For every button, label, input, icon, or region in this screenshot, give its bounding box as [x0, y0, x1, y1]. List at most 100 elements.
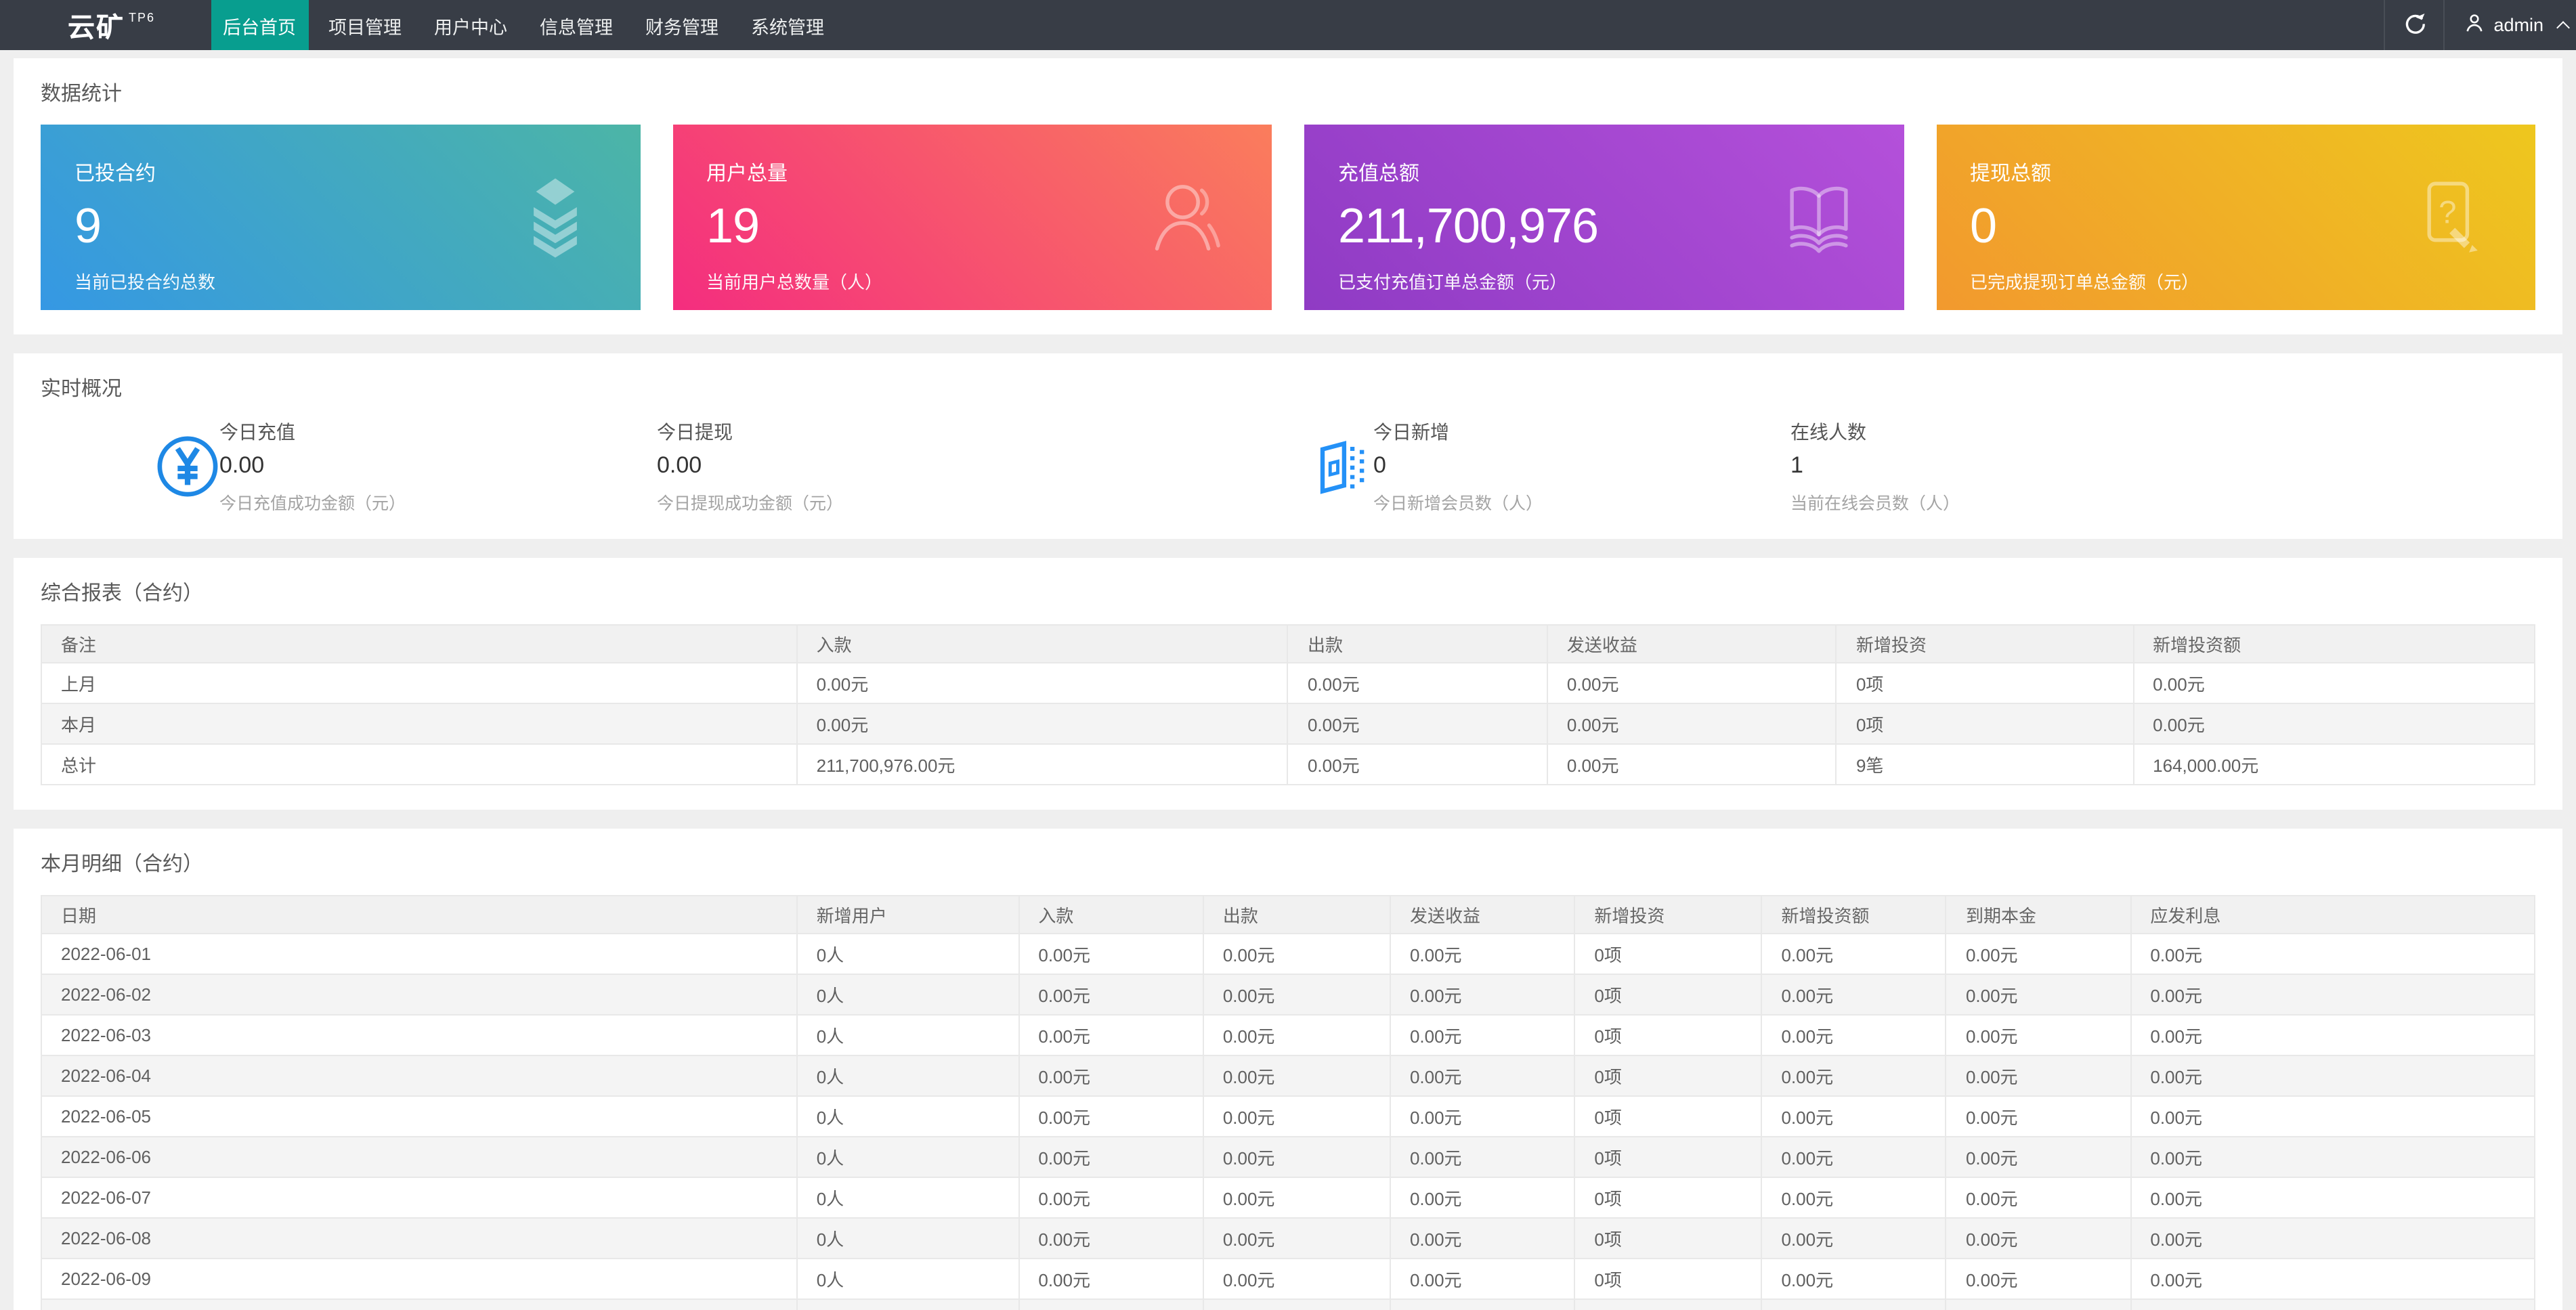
nav-item-finance[interactable]: 财务管理 — [633, 0, 731, 50]
table-row: 2022-06-03 0人 0.00元 0.00元 0.00元 0项 0.00元 0.00元 0… — [41, 1014, 2536, 1056]
table-cell: 上月 — [41, 662, 798, 704]
table-cell: 0.00元 — [1018, 1095, 1204, 1137]
table-cell: 0.00元 — [1018, 1217, 1204, 1259]
table-cell: 2022-06-01 — [41, 933, 798, 975]
table-cell: 0.00元 — [1389, 1136, 1576, 1178]
table-cell: 0.00元 — [1018, 974, 1204, 1016]
table-header-row: 备注 入款 出款 发送收益 新增投资 新增投资额 — [41, 624, 2536, 663]
table-cell: 0.00元 — [1945, 1014, 2132, 1056]
nav-item-home[interactable]: 后台首页 — [211, 0, 309, 50]
table-cell: 2022-06-09 — [41, 1258, 798, 1300]
table-cell: 0.00元 — [1761, 1136, 1947, 1178]
column-header: 新增投资额 — [2132, 624, 2536, 663]
table-cell: 0项 — [1574, 1055, 1763, 1097]
table-cell: 164,000.00元 — [2132, 743, 2536, 785]
table-cell: 0项 — [1574, 1095, 1763, 1137]
table-row: 2022-06-100人0.00元0.00元0.00元0项0.00元0.00元0… — [41, 1298, 2536, 1310]
metric-label: 今日充值 — [219, 421, 295, 443]
table-cell: 0.00元 — [2130, 1095, 2536, 1137]
table-header-row: 日期 新增用户 入款 出款 发送收益 新增投资 新增投资额 到期本金 应发利息 — [41, 895, 2536, 934]
realtime-group: 今日充值 0.00 今日充值成功金额（元） 今日提现 0.00 今日提现成功金额… — [41, 418, 1094, 515]
column-header: 到期本金 — [1945, 895, 2132, 934]
table-cell: 0项 — [1835, 703, 2134, 745]
table-cell: 0.00元 — [1389, 1095, 1576, 1137]
metric-today-new: 今日新增 0 今日新增会员数（人） — [1373, 418, 1790, 515]
doc-edit-icon-holder: ? — [2411, 175, 2489, 259]
stat-card-invested: 已投合约 9 当前已投合约总数 — [41, 125, 640, 310]
table-cell: 0.00元 — [1945, 1217, 2132, 1259]
table-cell: 0.00元 — [1761, 1177, 1947, 1219]
table-cell: 0.00元 — [2130, 1177, 2536, 1219]
table-cell: 0项 — [1574, 1217, 1763, 1259]
metric-desc: 今日充值成功金额（元） — [219, 494, 406, 513]
building-icon-holder — [1312, 435, 1373, 498]
table-cell: 2022-06-10 — [41, 1298, 798, 1310]
table-cell: 0人 — [796, 1217, 1020, 1259]
chevron-up-icon — [2556, 20, 2570, 34]
table-cell: 0.00元 — [1018, 933, 1204, 975]
table-cell: 0.00元 — [2130, 1136, 2536, 1178]
table-cell: 0.00元 — [1202, 1177, 1391, 1219]
metric-desc: 今日提现成功金额（元） — [657, 494, 844, 513]
table-cell: 9笔 — [1835, 743, 2134, 785]
table-row: 2022-06-06 0人 0.00元 0.00元 0.00元 0项 0.00元 0.00元 0… — [41, 1136, 2536, 1178]
table-cell: 0.00元 — [1945, 1055, 2132, 1097]
table-cell: 0.00元 — [1761, 1258, 1947, 1300]
table-cell: 0.00元 — [1761, 1217, 1947, 1259]
table-cell: 0.00元 — [1389, 974, 1576, 1016]
table-cell: 0.00元 — [1018, 1258, 1204, 1300]
metric-desc: 今日新增会员数（人） — [1373, 494, 1543, 513]
table-cell: 0.00元 — [1018, 1298, 1204, 1310]
metric-label: 今日提现 — [657, 421, 733, 443]
summary-title: 综合报表（合约） — [41, 582, 204, 605]
detail-table: 日期 新增用户 入款 出款 发送收益 新增投资 新增投资额 到期本金 应发利息 2022-06-0… — [41, 895, 2536, 1310]
table-cell: 0.00元 — [1761, 1298, 1947, 1310]
table-cell: 0人 — [796, 974, 1020, 1016]
table-cell: 2022-06-03 — [41, 1014, 798, 1056]
nav-right: admin — [2384, 0, 2576, 50]
table-cell: 0人 — [796, 1298, 1020, 1310]
nav-item-projects[interactable]: 项目管理 — [316, 0, 414, 50]
table-cell: 0项 — [1574, 1177, 1763, 1219]
doc-edit-icon: ? — [2427, 181, 2478, 252]
metric-value: 0 — [1373, 452, 1386, 478]
column-header: 新增投资额 — [1761, 895, 1947, 934]
summary-table: 备注 入款 出款 发送收益 新增投资 新增投资额 上月 0.00元 0.00元 0.00元 0项 0.… — [41, 624, 2536, 785]
column-header: 新增投资 — [1835, 624, 2134, 663]
table-cell: 0人 — [796, 933, 1020, 975]
refresh-button[interactable] — [2384, 0, 2443, 50]
metric-online-count: 在线人数 1 当前在线会员数（人） — [1790, 418, 2208, 515]
admin-dashboard: 云矿 TP6 后台首页 项目管理 用户中心 信息管理 财务管理 系统管理 adm… — [0, 0, 2576, 1310]
stats-title: 数据统计 — [41, 83, 123, 106]
metric-value: 0.00 — [657, 452, 702, 478]
detail-title: 本月明细（合约） — [41, 853, 204, 876]
table-cell: 0项 — [1835, 662, 2134, 704]
card-desc: 已支付充值订单总金额（元） — [1338, 272, 1568, 292]
table-cell: 0.00元 — [1389, 1258, 1576, 1300]
app-logo[interactable]: 云矿 TP6 — [68, 0, 155, 50]
table-cell: 0项 — [1574, 1014, 1763, 1056]
table-cell: 0.00元 — [2130, 1055, 2536, 1097]
nav-item-users[interactable]: 用户中心 — [422, 0, 519, 50]
user-menu[interactable]: admin — [2443, 0, 2576, 50]
table-cell: 总计 — [41, 743, 798, 785]
nav-item-info[interactable]: 信息管理 — [528, 0, 625, 50]
table-cell: 0.00元 — [1202, 933, 1391, 975]
svg-text:?: ? — [2439, 193, 2456, 229]
nav-item-system[interactable]: 系统管理 — [739, 0, 836, 50]
table-cell: 0.00元 — [1389, 1014, 1576, 1056]
table-cell: 0.00元 — [2130, 974, 2536, 1016]
table-cell: 0.00元 — [2130, 933, 2536, 975]
table-cell: 0.00元 — [1202, 1055, 1391, 1097]
detail-panel: 本月明细（合约） 日期 新增用户 入款 出款 发送收益 新增投资 新增投资额 到期本金 应发利息… — [14, 829, 2562, 1310]
top-navbar: 云矿 TP6 后台首页 项目管理 用户中心 信息管理 财务管理 系统管理 adm… — [0, 0, 2576, 50]
column-header: 新增用户 — [796, 895, 1020, 934]
yen-circle-icon-holder — [156, 435, 219, 498]
column-header: 备注 — [41, 624, 798, 663]
table-cell: 0.00元 — [1389, 933, 1576, 975]
table-cell: 0人 — [796, 1055, 1020, 1097]
metric-label: 在线人数 — [1790, 421, 1866, 443]
table-cell: 0人 — [796, 1136, 1020, 1178]
table-cell: 0.00元 — [1546, 703, 1837, 745]
column-header: 发送收益 — [1546, 624, 1837, 663]
